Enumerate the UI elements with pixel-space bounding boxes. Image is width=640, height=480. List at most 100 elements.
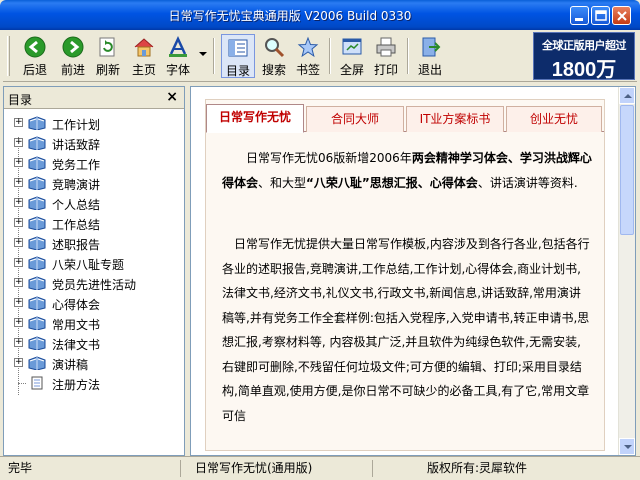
scroll-down-icon bbox=[624, 445, 632, 449]
toc-button[interactable]: 目录 bbox=[221, 34, 255, 78]
tree-item-label: 讲话致辞 bbox=[52, 138, 101, 152]
tree-item[interactable]: + 竞聘演讲 bbox=[4, 173, 182, 193]
banner-line1: 全球正版用户超过 bbox=[542, 39, 627, 52]
expand-icon[interactable]: + bbox=[14, 338, 23, 347]
printer-icon bbox=[376, 37, 396, 57]
bookmark-label: 书签 bbox=[295, 63, 320, 77]
fullscreen-button[interactable]: 全屏 bbox=[335, 34, 369, 78]
toc-panel-title: 目录 bbox=[8, 93, 33, 107]
tree-item-label: 八荣八耻专题 bbox=[52, 258, 125, 272]
minimize-button[interactable] bbox=[570, 6, 589, 25]
toc-panel-close-icon[interactable]: × bbox=[166, 89, 178, 105]
tree-item[interactable]: + 演讲稿 bbox=[4, 353, 182, 373]
expand-icon[interactable]: + bbox=[14, 218, 23, 227]
expand-icon[interactable]: + bbox=[14, 298, 23, 307]
back-arrow-icon bbox=[24, 36, 46, 58]
book-icon bbox=[28, 176, 46, 191]
window-title: 日常写作无忧宝典通用版 V2006 Build 0330 bbox=[168, 9, 412, 23]
tree-item-label: 法律文书 bbox=[52, 338, 101, 352]
tab-writing[interactable]: 日常写作无忧 bbox=[206, 104, 304, 133]
tree-item[interactable]: + 工作计划 bbox=[4, 113, 182, 133]
scroll-up-button[interactable] bbox=[619, 87, 635, 104]
tree-item-label: 工作计划 bbox=[52, 118, 101, 132]
tab-contract[interactable]: 合同大师 bbox=[306, 106, 404, 132]
font-dropdown-arrow[interactable] bbox=[199, 52, 207, 56]
toolbar: 后退 前进 刷新 主页 字体 目录 搜索 书签 全屏 打印 退出 全球正版用户超… bbox=[3, 30, 637, 82]
tree-item[interactable]: + 个人总结 bbox=[4, 193, 182, 213]
tree-item[interactable]: + 心得体会 bbox=[4, 293, 182, 313]
tree-item[interactable]: + 法律文书 bbox=[4, 333, 182, 353]
maximize-button[interactable] bbox=[591, 6, 610, 25]
tree-item-label: 注册方法 bbox=[52, 378, 101, 392]
toolbar-separator-3 bbox=[407, 38, 409, 74]
intro-highlight-2: “八荣八耻”思想汇报、心得体会 bbox=[306, 175, 478, 190]
scroll-up-icon bbox=[624, 94, 632, 98]
refresh-icon bbox=[99, 37, 115, 57]
title-bar[interactable]: 日常写作无忧宝典通用版 V2006 Build 0330 bbox=[0, 0, 640, 30]
forward-button[interactable]: 前进 bbox=[55, 34, 91, 78]
expand-icon[interactable]: + bbox=[14, 278, 23, 287]
content-tabs: 日常写作无忧 合同大师 IT业方案标书 创业无忧 bbox=[206, 104, 604, 133]
exit-icon bbox=[422, 37, 441, 57]
status-middle: 日常写作无忧(通用版) bbox=[180, 460, 368, 477]
book-icon bbox=[28, 276, 46, 291]
expand-icon[interactable]: + bbox=[14, 138, 23, 147]
tree-item[interactable]: + 述职报告 bbox=[4, 233, 182, 253]
scroll-down-button[interactable] bbox=[619, 438, 635, 455]
tree-item-label: 竞聘演讲 bbox=[52, 178, 101, 192]
search-icon bbox=[265, 38, 285, 58]
expand-icon[interactable]: + bbox=[14, 258, 23, 267]
refresh-button[interactable]: 刷新 bbox=[91, 34, 125, 78]
expand-icon[interactable]: + bbox=[14, 118, 23, 127]
tree-item[interactable]: + 党务工作 bbox=[4, 153, 182, 173]
book-icon bbox=[28, 256, 46, 271]
expand-icon[interactable]: + bbox=[14, 198, 23, 207]
toc-panel-header: 目录 × bbox=[4, 87, 184, 109]
tree-item[interactable]: 注册方法 bbox=[4, 373, 182, 393]
toc-icon bbox=[228, 39, 248, 57]
book-icon bbox=[28, 196, 46, 211]
status-bar: 完毕 日常写作无忧(通用版) 版权所有:灵犀软件 bbox=[0, 456, 640, 480]
book-icon bbox=[28, 156, 46, 171]
print-button[interactable]: 打印 bbox=[369, 34, 403, 78]
expand-icon[interactable]: + bbox=[14, 178, 23, 187]
book-icon bbox=[28, 336, 46, 351]
exit-button[interactable]: 退出 bbox=[413, 34, 447, 78]
forward-label: 前进 bbox=[60, 63, 85, 77]
document-page: 日常写作无忧 合同大师 IT业方案标书 创业无忧 日常写作无忧06版新增2006… bbox=[205, 99, 605, 451]
intro-paragraph: 日常写作无忧06版新增2006年两会精神学习体会、学习洪战辉心得体会、和大型“八… bbox=[222, 146, 592, 195]
expand-icon[interactable]: + bbox=[14, 358, 23, 367]
book-icon bbox=[28, 296, 46, 311]
status-right: 版权所有:灵犀软件 bbox=[372, 460, 632, 477]
bookmark-button[interactable]: 书签 bbox=[291, 34, 325, 78]
expand-icon[interactable]: + bbox=[14, 318, 23, 327]
close-button[interactable] bbox=[612, 6, 631, 25]
content-scrollbar[interactable] bbox=[618, 87, 635, 455]
bookmark-star-icon bbox=[297, 36, 319, 58]
tab-it-proposal[interactable]: IT业方案标书 bbox=[406, 106, 504, 132]
tree-item[interactable]: + 党员先进性活动 bbox=[4, 273, 182, 293]
expand-icon[interactable]: + bbox=[14, 158, 23, 167]
search-button[interactable]: 搜索 bbox=[257, 34, 291, 78]
tree-item-label: 述职报告 bbox=[52, 238, 101, 252]
minimize-icon bbox=[575, 18, 583, 21]
tree-item-label: 演讲稿 bbox=[52, 358, 89, 372]
expand-icon[interactable]: + bbox=[14, 238, 23, 247]
tree-item-label: 工作总结 bbox=[52, 218, 101, 232]
toolbar-grip[interactable] bbox=[7, 36, 10, 76]
tree-item[interactable]: + 讲话致辞 bbox=[4, 133, 182, 153]
home-button[interactable]: 主页 bbox=[127, 34, 161, 78]
scroll-thumb[interactable] bbox=[620, 105, 634, 235]
home-label: 主页 bbox=[131, 63, 156, 77]
banner-line2: 1800万 bbox=[551, 59, 617, 81]
font-button[interactable]: 字体 bbox=[161, 34, 195, 78]
close-icon bbox=[617, 11, 627, 21]
tree-item[interactable]: + 八荣八耻专题 bbox=[4, 253, 182, 273]
search-label: 搜索 bbox=[261, 63, 286, 77]
tree-item[interactable]: + 常用文书 bbox=[4, 313, 182, 333]
back-button[interactable]: 后退 bbox=[17, 34, 53, 78]
tree-item[interactable]: + 工作总结 bbox=[4, 213, 182, 233]
promo-banner[interactable]: 全球正版用户超过 1800万 bbox=[533, 32, 635, 81]
tab-startup[interactable]: 创业无忧 bbox=[506, 106, 602, 132]
book-icon bbox=[28, 136, 46, 151]
